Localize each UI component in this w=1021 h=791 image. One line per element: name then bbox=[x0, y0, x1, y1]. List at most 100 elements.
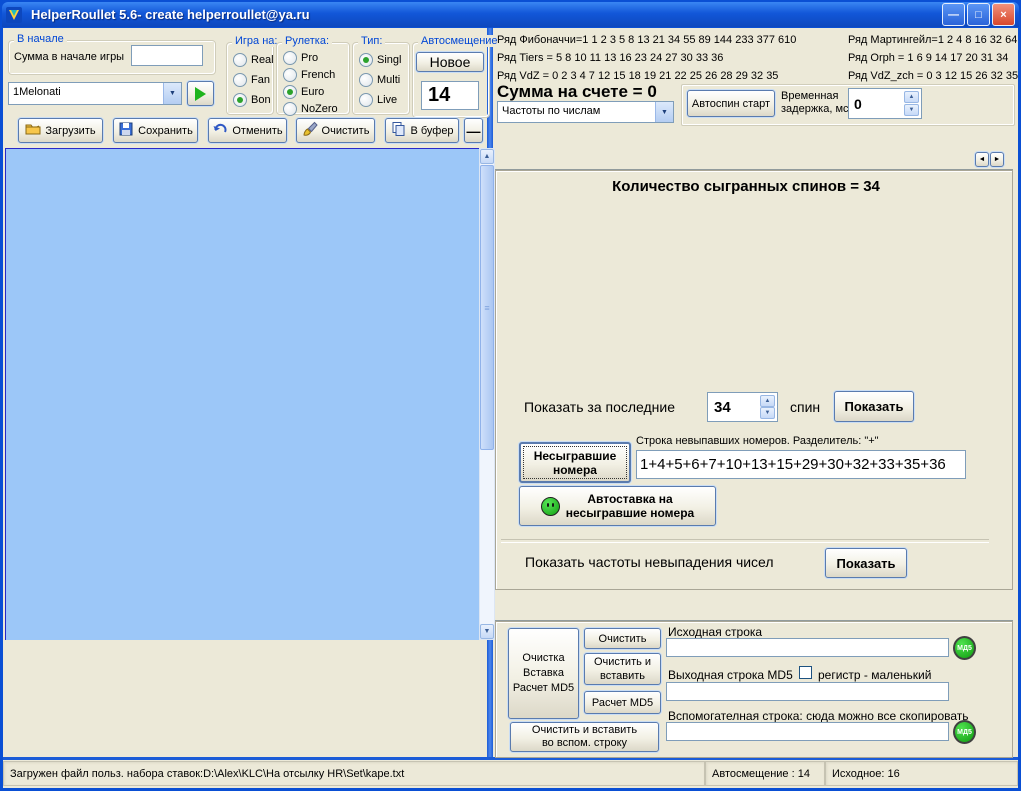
radio-icon[interactable] bbox=[283, 51, 297, 65]
delay-value: 0 bbox=[854, 96, 862, 112]
maximize-button[interactable]: □ bbox=[967, 3, 990, 26]
new-autoshift-button[interactable]: Новое bbox=[416, 52, 484, 72]
table-scrollbar[interactable]: ▲ ≡ ▼ bbox=[479, 148, 495, 640]
no-show-freq-label: Показать частоты невыпадения чисел bbox=[525, 554, 774, 570]
md5-source-input[interactable] bbox=[666, 638, 949, 657]
spin-down-icon[interactable]: ▼ bbox=[760, 407, 775, 419]
md5-clear-button[interactable]: Очистить bbox=[584, 628, 661, 649]
account-sum-label: Сумма на счете = 0 bbox=[497, 82, 657, 102]
radio-icon[interactable] bbox=[233, 53, 247, 67]
unplayed-string-input[interactable] bbox=[636, 450, 966, 479]
copy-icon bbox=[390, 121, 410, 140]
toolbar-button-2[interactable]: Сохранить bbox=[113, 118, 198, 143]
autospin-start-button[interactable]: Автоспин старт bbox=[687, 90, 775, 117]
md5-calc-button[interactable]: Расчет MD5 bbox=[584, 691, 661, 714]
radio-group-label: Игра на: bbox=[232, 35, 280, 47]
md5-calc-aux-icon[interactable]: МД5 bbox=[953, 720, 976, 744]
toolbar-button-3[interactable]: Отменить bbox=[208, 118, 287, 143]
register-checkbox[interactable] bbox=[799, 666, 812, 679]
md5-output-label: Выходная строка MD5 bbox=[668, 668, 793, 682]
radio-icon[interactable] bbox=[233, 93, 247, 107]
start-sum-input[interactable] bbox=[131, 45, 203, 66]
toolbar-button-4[interactable]: Очистить bbox=[296, 118, 375, 143]
series-line: Ряд VdZ_zch = 0 3 12 15 26 32 35 bbox=[848, 67, 1018, 85]
radio-icon[interactable] bbox=[359, 93, 373, 107]
start-sum-label: Сумма в начале игры bbox=[14, 51, 124, 63]
toolbar-button-1[interactable]: Загрузить bbox=[18, 118, 103, 143]
radio-option-french[interactable]: French bbox=[283, 68, 335, 82]
window-title: HelperRoullet 5.6- create helperroullet@… bbox=[31, 7, 310, 22]
spin-up-icon[interactable]: ▲ bbox=[760, 395, 775, 407]
radio-option-fan[interactable]: Fan bbox=[233, 73, 270, 87]
radio-icon[interactable] bbox=[359, 73, 373, 87]
show-last-spinner[interactable]: 34 ▲ ▼ bbox=[707, 392, 778, 422]
separator bbox=[501, 539, 989, 543]
radio-option-bon[interactable]: Bon bbox=[233, 93, 271, 107]
autobet-unplayed-button[interactable]: Автоставка на несыгравшие номера bbox=[519, 486, 716, 526]
unplayed-numbers-button[interactable]: Несыгравшие номера bbox=[519, 442, 631, 483]
toolbar-button-label: Отменить bbox=[232, 125, 282, 137]
series-line: Ряд Фибоначчи=1 1 2 3 5 8 13 21 34 55 89… bbox=[497, 31, 847, 49]
radio-option-live[interactable]: Live bbox=[359, 93, 397, 107]
md5-clear-paste-button[interactable]: Очистить и вставить bbox=[584, 653, 661, 685]
radio-label: Live bbox=[377, 94, 397, 106]
status-autoshift: Автосмещение : 14 bbox=[705, 761, 825, 786]
toolbar-button-5[interactable]: В буфер bbox=[385, 118, 459, 143]
close-button[interactable]: × bbox=[992, 3, 1015, 26]
radio-icon[interactable] bbox=[233, 73, 247, 87]
md5-panel: Очистка Вставка Расчет MD5 Очистить Очис… bbox=[495, 621, 1013, 758]
toolbar-button-label: Очистить bbox=[322, 125, 370, 137]
toolbar-button-label: Загрузить bbox=[45, 125, 95, 137]
radio-option-multi[interactable]: Multi bbox=[359, 73, 400, 87]
scroll-up-icon[interactable]: ▲ bbox=[480, 149, 494, 164]
radio-icon[interactable] bbox=[283, 85, 297, 99]
collapse-button[interactable]: — bbox=[464, 118, 483, 143]
autoshift-value[interactable]: 14 bbox=[421, 81, 479, 110]
delay-spinner[interactable]: 0 ▲ ▼ bbox=[848, 88, 922, 119]
radio-group-label: Рулетка: bbox=[282, 35, 332, 47]
run-preset-button[interactable] bbox=[187, 81, 214, 106]
radio-option-real[interactable]: Real bbox=[233, 53, 274, 67]
bet-board bbox=[5, 646, 485, 756]
combobox-dropdown-icon[interactable]: ▼ bbox=[655, 102, 673, 122]
radio-group-1: Игра на:RealFanBon bbox=[226, 42, 274, 115]
md5-aux-input[interactable] bbox=[666, 722, 949, 741]
radio-option-euro[interactable]: Euro bbox=[283, 85, 324, 99]
radio-option-nozero[interactable]: NoZero bbox=[283, 102, 338, 116]
mode-combobox[interactable]: Частоты по числам ▼ bbox=[497, 101, 674, 123]
show-button[interactable]: Показать bbox=[834, 391, 914, 422]
group-start-sum-label: В начале bbox=[14, 33, 67, 45]
radio-group-2: Рулетка:ProFrenchEuroNoZero bbox=[276, 42, 350, 115]
minimize-button[interactable]: — bbox=[942, 3, 965, 26]
brush-icon bbox=[302, 121, 322, 140]
table-scrollbar-thumb[interactable]: ≡ bbox=[480, 165, 494, 450]
status-source: Исходное: 16 bbox=[825, 761, 1018, 786]
combobox-dropdown-icon[interactable]: ▼ bbox=[163, 83, 181, 104]
radio-icon[interactable] bbox=[359, 53, 373, 67]
show-last-suffix: спин bbox=[790, 399, 820, 415]
radio-label: Real bbox=[251, 54, 274, 66]
md5-calc-icon[interactable]: МД5 bbox=[953, 636, 976, 660]
mode-combobox-value: Частоты по числам bbox=[498, 102, 655, 122]
series-list-left: Ряд Фибоначчи=1 1 2 3 5 8 13 21 34 55 89… bbox=[497, 31, 847, 87]
toolbar-button-label: Сохранить bbox=[138, 125, 193, 137]
preset-combobox[interactable]: 1Melonati ▼ bbox=[8, 82, 182, 105]
md5-big-button[interactable]: Очистка Вставка Расчет MD5 bbox=[508, 628, 579, 719]
scroll-down-icon[interactable]: ▼ bbox=[480, 624, 494, 639]
series-line: Ряд Мартингейл=1 2 4 8 16 32 64 128 2 bbox=[848, 31, 1018, 49]
radio-option-singl[interactable]: Singl bbox=[359, 53, 401, 67]
radio-icon[interactable] bbox=[283, 102, 297, 116]
show-no-show-button[interactable]: Показать bbox=[825, 548, 907, 578]
spins-count-title: Количество сыгранных спинов = 34 bbox=[536, 178, 956, 195]
tab-scroll-right-icon[interactable]: ► bbox=[990, 152, 1004, 167]
spin-up-icon[interactable]: ▲ bbox=[904, 91, 919, 103]
series-list-right: Ряд Мартингейл=1 2 4 8 16 32 64 128 2 Ряд… bbox=[848, 31, 1018, 87]
md5-clear-paste-aux-button[interactable]: Очистить и вставить во вспом. строку bbox=[510, 722, 659, 752]
spin-down-icon[interactable]: ▼ bbox=[904, 104, 919, 116]
radio-group-label: Тип: bbox=[358, 35, 385, 47]
radio-icon[interactable] bbox=[283, 68, 297, 82]
md5-output-input[interactable] bbox=[666, 682, 949, 701]
app-icon bbox=[6, 7, 22, 23]
tab-scroll-left-icon[interactable]: ◄ bbox=[975, 152, 989, 167]
radio-option-pro[interactable]: Pro bbox=[283, 51, 318, 65]
